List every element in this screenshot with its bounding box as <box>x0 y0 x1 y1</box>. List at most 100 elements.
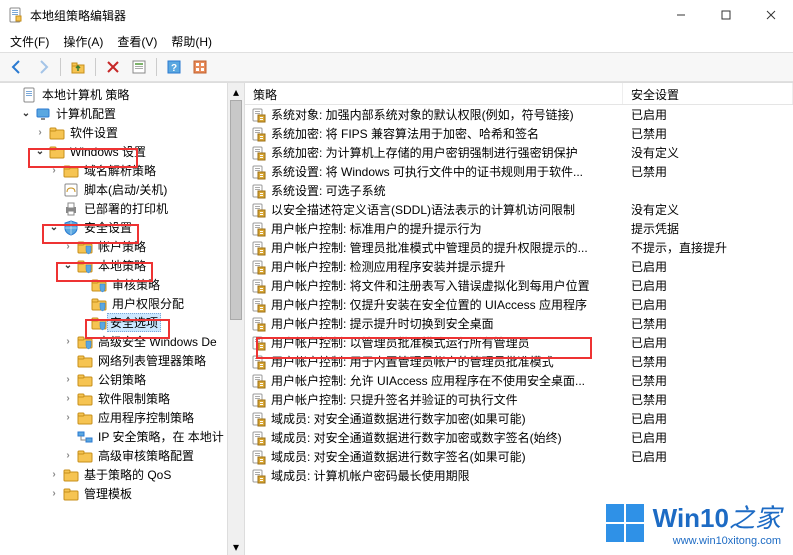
app-icon <box>8 7 24 23</box>
tree-local-policies[interactable]: ⌄本地策略 <box>0 256 244 275</box>
policy-row[interactable]: 域成员: 计算机帐户密码最长使用期限 <box>245 466 793 485</box>
tree-adv-windows-defender[interactable]: ›高级安全 Windows De <box>0 332 244 351</box>
watermark-brand: Win10 <box>653 503 729 533</box>
policy-setting: 已启用 <box>623 277 793 294</box>
policy-row[interactable]: 用户帐户控制: 将文件和注册表写入错误虚拟化到每用户位置已启用 <box>245 276 793 295</box>
tree-node-icon <box>91 315 107 331</box>
expander-icon[interactable]: › <box>62 336 74 347</box>
policy-row[interactable]: 域成员: 对安全通道数据进行数字签名(如果可能)已启用 <box>245 447 793 466</box>
maximize-button[interactable] <box>703 1 748 29</box>
delete-button[interactable] <box>102 56 124 78</box>
policy-setting: 已启用 <box>623 334 793 351</box>
tree-node-icon <box>49 125 65 141</box>
forward-button[interactable] <box>32 56 54 78</box>
menu-help[interactable]: 帮助(H) <box>165 31 218 52</box>
expander-icon[interactable]: ⌄ <box>34 146 46 157</box>
policy-row[interactable]: 以安全描述符定义语言(SDDL)语法表示的计算机访问限制没有定义 <box>245 200 793 219</box>
column-policy[interactable]: 策略 <box>245 83 623 104</box>
policy-row[interactable]: 用户帐户控制: 用于内置管理员帐户的管理员批准模式已禁用 <box>245 352 793 371</box>
tree-ip-security[interactable]: IP 安全策略，在 本地计 <box>0 427 244 446</box>
expander-icon[interactable]: › <box>48 469 60 480</box>
tree-network-list[interactable]: 网络列表管理器策略 <box>0 351 244 370</box>
window-title: 本地组策略编辑器 <box>30 7 658 24</box>
tree-app-control[interactable]: › 应用程序控制策略 <box>0 408 244 427</box>
tree-node-label: 应用程序控制策略 <box>96 409 196 426</box>
tree-admin-templates[interactable]: ›管理模板 <box>0 484 244 503</box>
expander-icon[interactable]: ⌄ <box>20 108 32 119</box>
tree-account-policies[interactable]: ›帐户策略 <box>0 237 244 256</box>
policy-row[interactable]: 用户帐户控制: 只提升签名并验证的可执行文件已禁用 <box>245 390 793 409</box>
tree-deployed-printers[interactable]: 已部署的打印机 <box>0 199 244 218</box>
menu-view[interactable]: 查看(V) <box>111 31 163 52</box>
policy-row[interactable]: 系统设置: 将 Windows 可执行文件中的证书规则用于软件...已禁用 <box>245 162 793 181</box>
title-bar: 本地组策略编辑器 <box>0 0 793 30</box>
expander-icon[interactable]: › <box>62 450 74 461</box>
tree-software-restriction[interactable]: ›软件限制策略 <box>0 389 244 408</box>
tree-node-label: 审核策略 <box>110 276 162 293</box>
expander-icon[interactable]: › <box>62 374 74 385</box>
tree-windows-settings[interactable]: ⌄Windows 设置 <box>0 142 244 161</box>
tree-security-options[interactable]: 安全选项 <box>0 313 244 332</box>
tree-adv-audit[interactable]: ›高级审核策略配置 <box>0 446 244 465</box>
policy-row[interactable]: 系统对象: 加强内部系统对象的默认权限(例如，符号链接)已启用 <box>245 105 793 124</box>
tree-public-key[interactable]: › 公钥策略 <box>0 370 244 389</box>
policy-list: 策略 安全设置 系统对象: 加强内部系统对象的默认权限(例如，符号链接)已启用系… <box>245 83 793 555</box>
up-button[interactable] <box>67 56 89 78</box>
policy-row[interactable]: 用户帐户控制: 检测应用程序安装并提示提升已启用 <box>245 257 793 276</box>
tree-computer-config[interactable]: ⌄计算机配置 <box>0 104 244 123</box>
expander-icon[interactable]: ⌄ <box>48 222 60 233</box>
properties-button[interactable] <box>128 56 150 78</box>
policy-row[interactable]: 域成员: 对安全通道数据进行数字加密或数字签名(始终)已启用 <box>245 428 793 447</box>
help-button[interactable]: ? <box>163 56 185 78</box>
watermark: Win10之家 www.win10xitong.com <box>605 498 781 547</box>
view-button[interactable] <box>189 56 211 78</box>
policy-setting: 已禁用 <box>623 163 793 180</box>
policy-setting: 已禁用 <box>623 315 793 332</box>
policy-row[interactable]: 用户帐户控制: 管理员批准模式中管理员的提升权限提示的...不提示，直接提升 <box>245 238 793 257</box>
tree-name-resolution[interactable]: ›域名解析策略 <box>0 161 244 180</box>
minimize-button[interactable] <box>658 1 703 29</box>
policy-setting: 已禁用 <box>623 125 793 142</box>
tree-node-icon <box>77 410 93 426</box>
svg-text:?: ? <box>171 63 177 74</box>
policy-row[interactable]: 系统加密: 将 FIPS 兼容算法用于加密、哈希和签名已禁用 <box>245 124 793 143</box>
policy-icon <box>251 297 267 313</box>
policy-row[interactable]: 系统设置: 可选子系统 <box>245 181 793 200</box>
policy-name: 以安全描述符定义语言(SDDL)语法表示的计算机访问限制 <box>271 201 623 218</box>
policy-icon <box>251 221 267 237</box>
expander-icon[interactable]: › <box>62 393 74 404</box>
policy-row[interactable]: 用户帐户控制: 标准用户的提升提示行为提示凭据 <box>245 219 793 238</box>
expander-icon[interactable]: ⌄ <box>62 260 74 271</box>
menu-file[interactable]: 文件(F) <box>4 31 55 52</box>
policy-row[interactable]: 用户帐户控制: 仅提升安装在安全位置的 UIAccess 应用程序已启用 <box>245 295 793 314</box>
tree-scrollbar[interactable]: ▴ ▾ <box>227 83 244 555</box>
tree-software-settings[interactable]: ›软件设置 <box>0 123 244 142</box>
tree-root[interactable]: 本地计算机 策略 <box>0 85 244 104</box>
policy-row[interactable]: 用户帐户控制: 允许 UIAccess 应用程序在不使用安全桌面...已禁用 <box>245 371 793 390</box>
tree-audit-policy[interactable]: 审核策略 <box>0 275 244 294</box>
tree-policy-qos[interactable]: ›基于策略的 QoS <box>0 465 244 484</box>
tree-user-rights[interactable]: 用户权限分配 <box>0 294 244 313</box>
policy-row[interactable]: 用户帐户控制: 提示提升时切换到安全桌面已禁用 <box>245 314 793 333</box>
policy-row[interactable]: 域成员: 对安全通道数据进行数字加密(如果可能)已启用 <box>245 409 793 428</box>
policy-row[interactable]: 系统加密: 为计算机上存储的用户密钥强制进行强密钥保护没有定义 <box>245 143 793 162</box>
policy-icon <box>251 316 267 332</box>
expander-icon[interactable]: › <box>62 241 74 252</box>
expander-icon[interactable]: › <box>34 127 46 138</box>
policy-name: 系统设置: 将 Windows 可执行文件中的证书规则用于软件... <box>271 163 623 180</box>
back-button[interactable] <box>6 56 28 78</box>
policy-setting: 不提示，直接提升 <box>623 239 793 256</box>
tree-security-settings[interactable]: ⌄ 安全设置 <box>0 218 244 237</box>
menu-action[interactable]: 操作(A) <box>57 31 109 52</box>
expander-icon[interactable]: › <box>48 488 60 499</box>
policy-row[interactable]: 用户帐户控制: 以管理员批准模式运行所有管理员已启用 <box>245 333 793 352</box>
column-setting[interactable]: 安全设置 <box>623 83 793 104</box>
tree-node-icon <box>21 87 37 103</box>
tree-node-label: 安全设置 <box>82 219 134 236</box>
expander-icon[interactable]: › <box>62 412 74 423</box>
policy-name: 用户帐户控制: 用于内置管理员帐户的管理员批准模式 <box>271 353 623 370</box>
expander-icon[interactable]: › <box>48 165 60 176</box>
close-button[interactable] <box>748 1 793 29</box>
tree-node-label: 公钥策略 <box>96 371 148 388</box>
tree-scripts[interactable]: 脚本(启动/关机) <box>0 180 244 199</box>
